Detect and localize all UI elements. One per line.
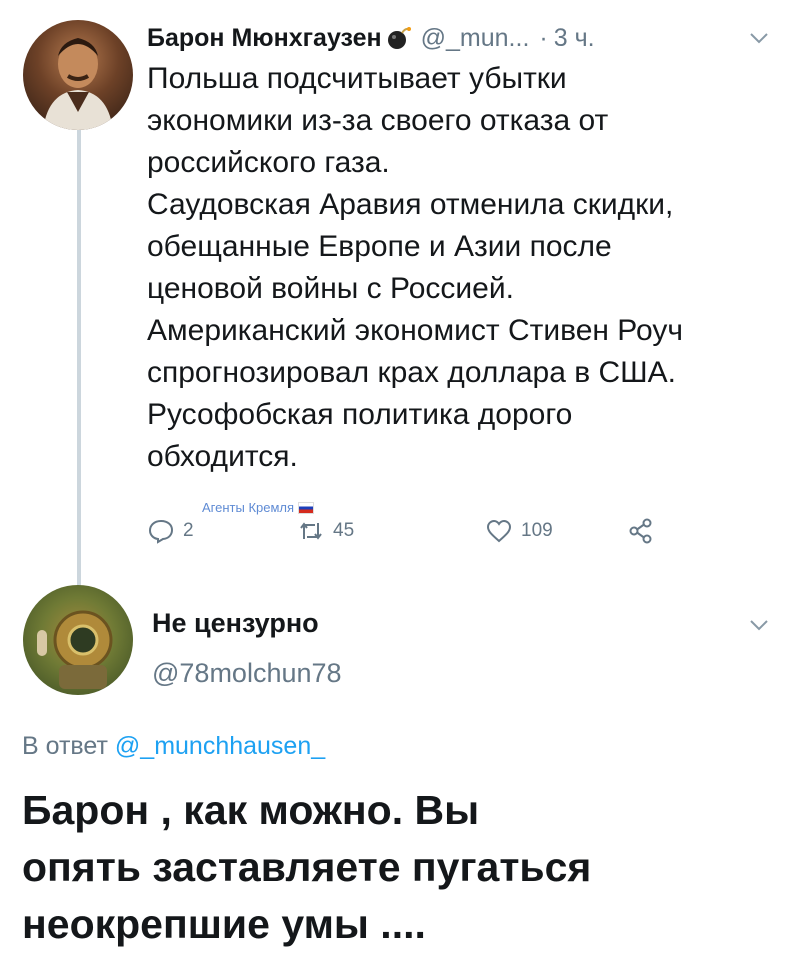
tweet-line: экономики из-за своего отказа от <box>147 104 609 137</box>
tweet-actions: 2 45 109 <box>147 517 707 557</box>
reply-to-link[interactable]: @_munchhausen_ <box>115 732 325 760</box>
avatar-portrait-icon <box>43 38 113 130</box>
tweet-line: обходится. <box>147 440 298 473</box>
watermark-text: Агенты Кремля <box>202 500 295 515</box>
reply-text: Барон , как можно. Вы опять заставляете … <box>22 782 782 953</box>
tweet-line: обещанные Европе и Азии после <box>147 230 612 263</box>
reply-count: 2 <box>183 520 194 541</box>
share-button[interactable] <box>627 517 663 545</box>
reply-button[interactable]: 2 <box>147 517 194 545</box>
author-name[interactable]: Барон Мюнхгаузен <box>147 24 382 53</box>
reply-icon <box>148 519 174 544</box>
like-count: 109 <box>521 520 553 541</box>
tweet-header: Барон Мюнхгаузен @_mun... · 3 ч. <box>147 18 787 58</box>
meta-separator: · <box>539 23 548 52</box>
chevron-down-icon[interactable] <box>748 31 770 45</box>
reply-line: неокрепшие умы .... <box>22 901 426 947</box>
tweet-line: Американский экономист Стивен Роуч <box>147 314 683 347</box>
russia-flag-icon <box>298 501 315 514</box>
tweet-line: ценовой войны с Россией. <box>147 272 514 305</box>
retweet-icon <box>300 522 322 540</box>
reply-line: опять заставляете пугаться <box>22 844 592 890</box>
tweet-text: Польша подсчитывает убытки экономики из-… <box>147 58 787 478</box>
reply-to-label: В ответ <box>22 732 108 760</box>
avatar[interactable] <box>23 585 133 695</box>
retweet-count: 45 <box>333 520 355 541</box>
diver-avatar-icon <box>37 610 113 689</box>
retweet-button[interactable]: 45 <box>297 517 354 545</box>
heart-icon <box>486 519 512 543</box>
tweet-line: российского газа. <box>147 146 390 179</box>
avatar[interactable] <box>23 20 133 130</box>
author-handle[interactable]: @78molchun78 <box>152 658 342 689</box>
reply-line: Барон , как можно. Вы <box>22 787 480 833</box>
reply-context: В ответ @_munchhausen_ <box>22 732 325 761</box>
tweet-line: Саудовская Аравия отменила скидки, <box>147 188 674 221</box>
watermark: Агенты Кремля <box>202 500 315 515</box>
tweet-time[interactable]: 3 ч. <box>554 24 595 53</box>
author-name[interactable]: Не цензурно <box>152 608 319 639</box>
thread-line <box>77 122 81 587</box>
tweet-line: Польша подсчитывает убытки <box>147 62 567 95</box>
bomb-icon <box>385 25 411 51</box>
tweet-line: Русофобская политика дорого <box>147 398 573 431</box>
chevron-down-icon[interactable] <box>748 618 770 632</box>
tweet-line: спрогнозировал крах доллара в США. <box>147 356 677 389</box>
author-handle[interactable]: @_mun... <box>421 24 530 53</box>
share-icon <box>629 518 652 544</box>
like-button[interactable]: 109 <box>485 517 553 545</box>
